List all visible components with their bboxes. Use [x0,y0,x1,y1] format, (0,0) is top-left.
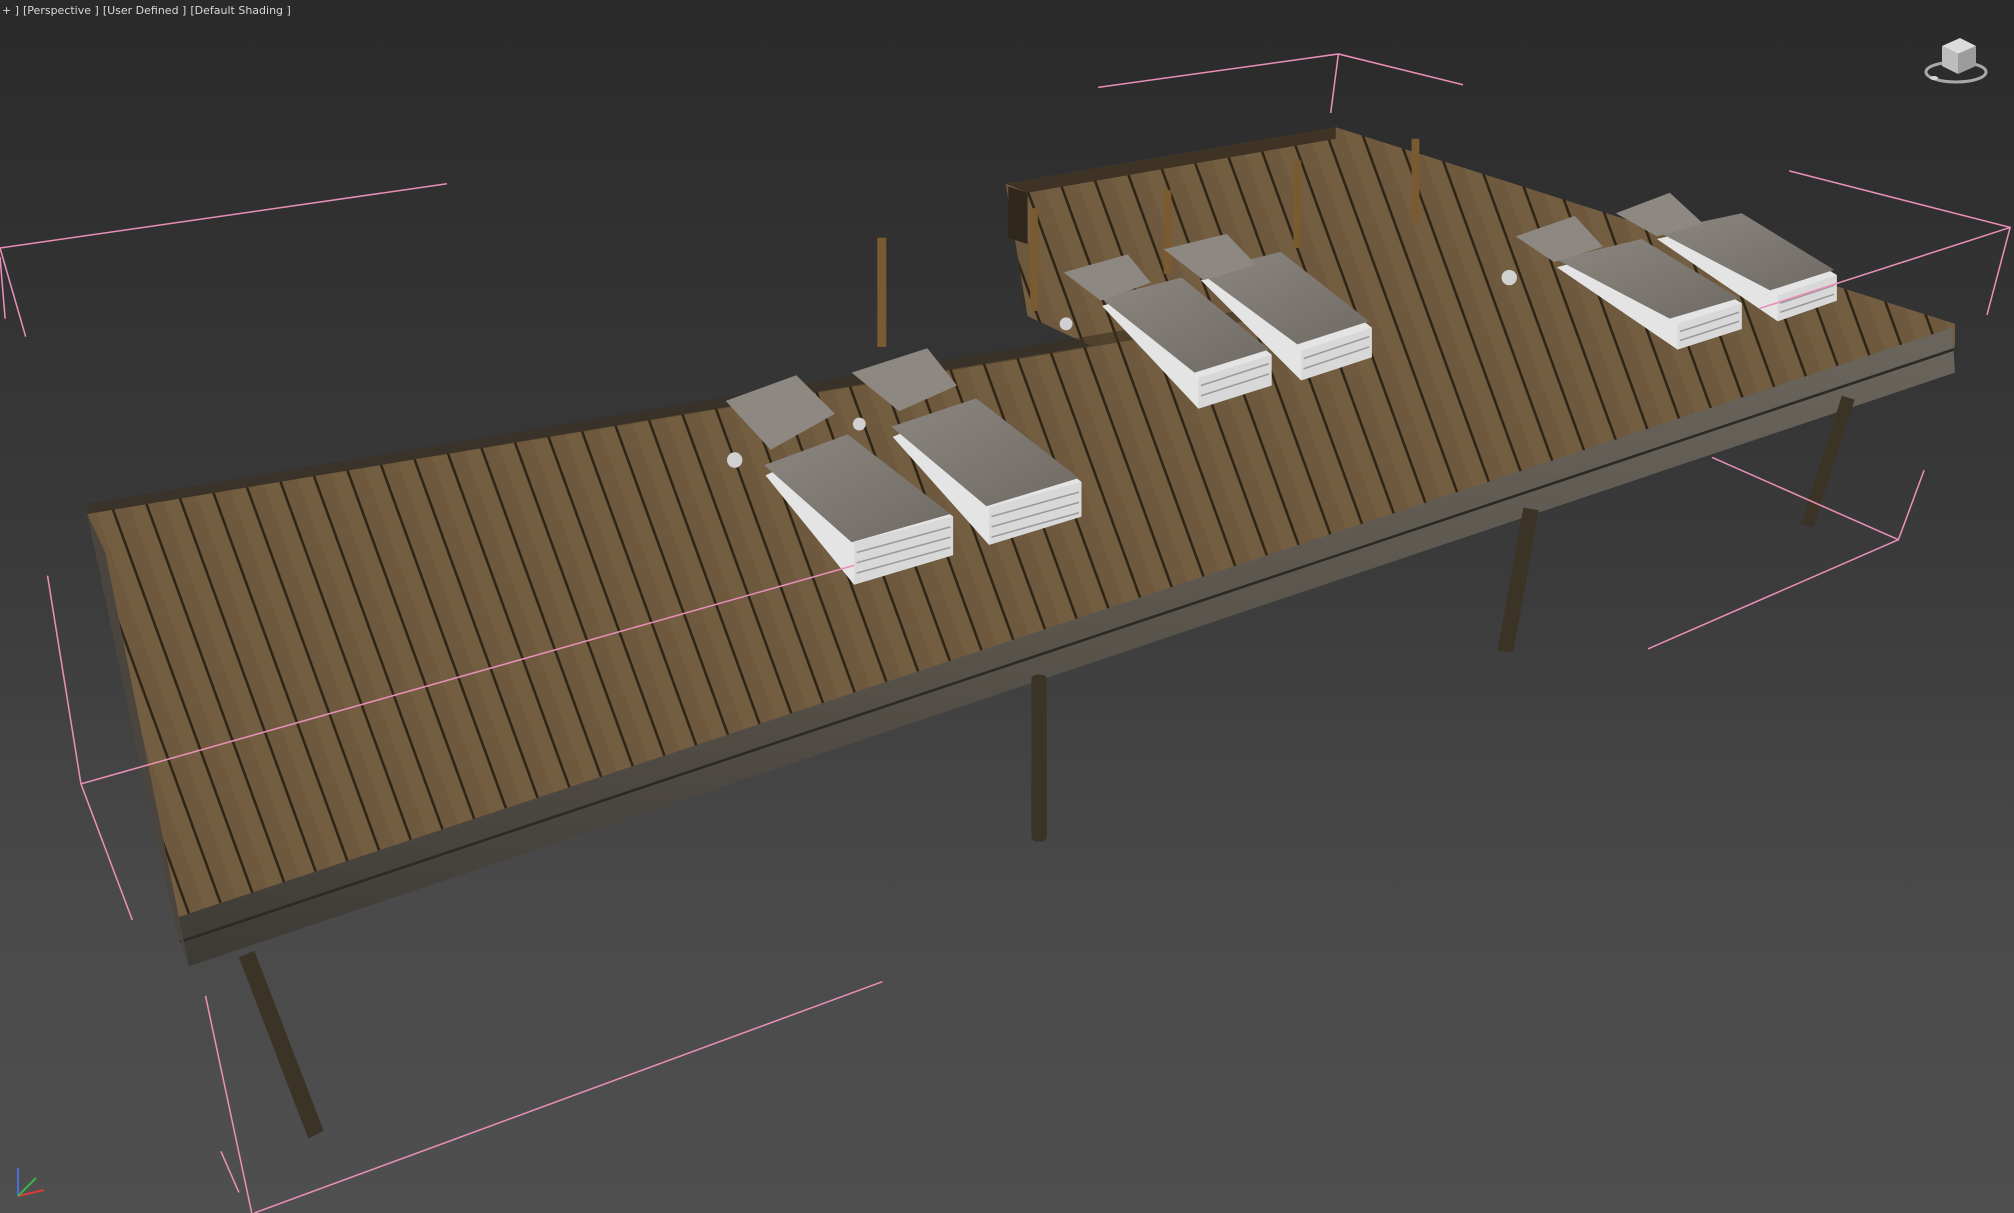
viewcube-icon[interactable] [1920,28,1990,92]
main-deck[interactable] [87,295,1955,919]
perspective-viewport[interactable]: + ] [Perspective ] [User Defined ] [Defa… [0,0,2014,1213]
scene-render[interactable] [0,0,2014,1213]
axis-tripod-icon [17,1168,45,1197]
